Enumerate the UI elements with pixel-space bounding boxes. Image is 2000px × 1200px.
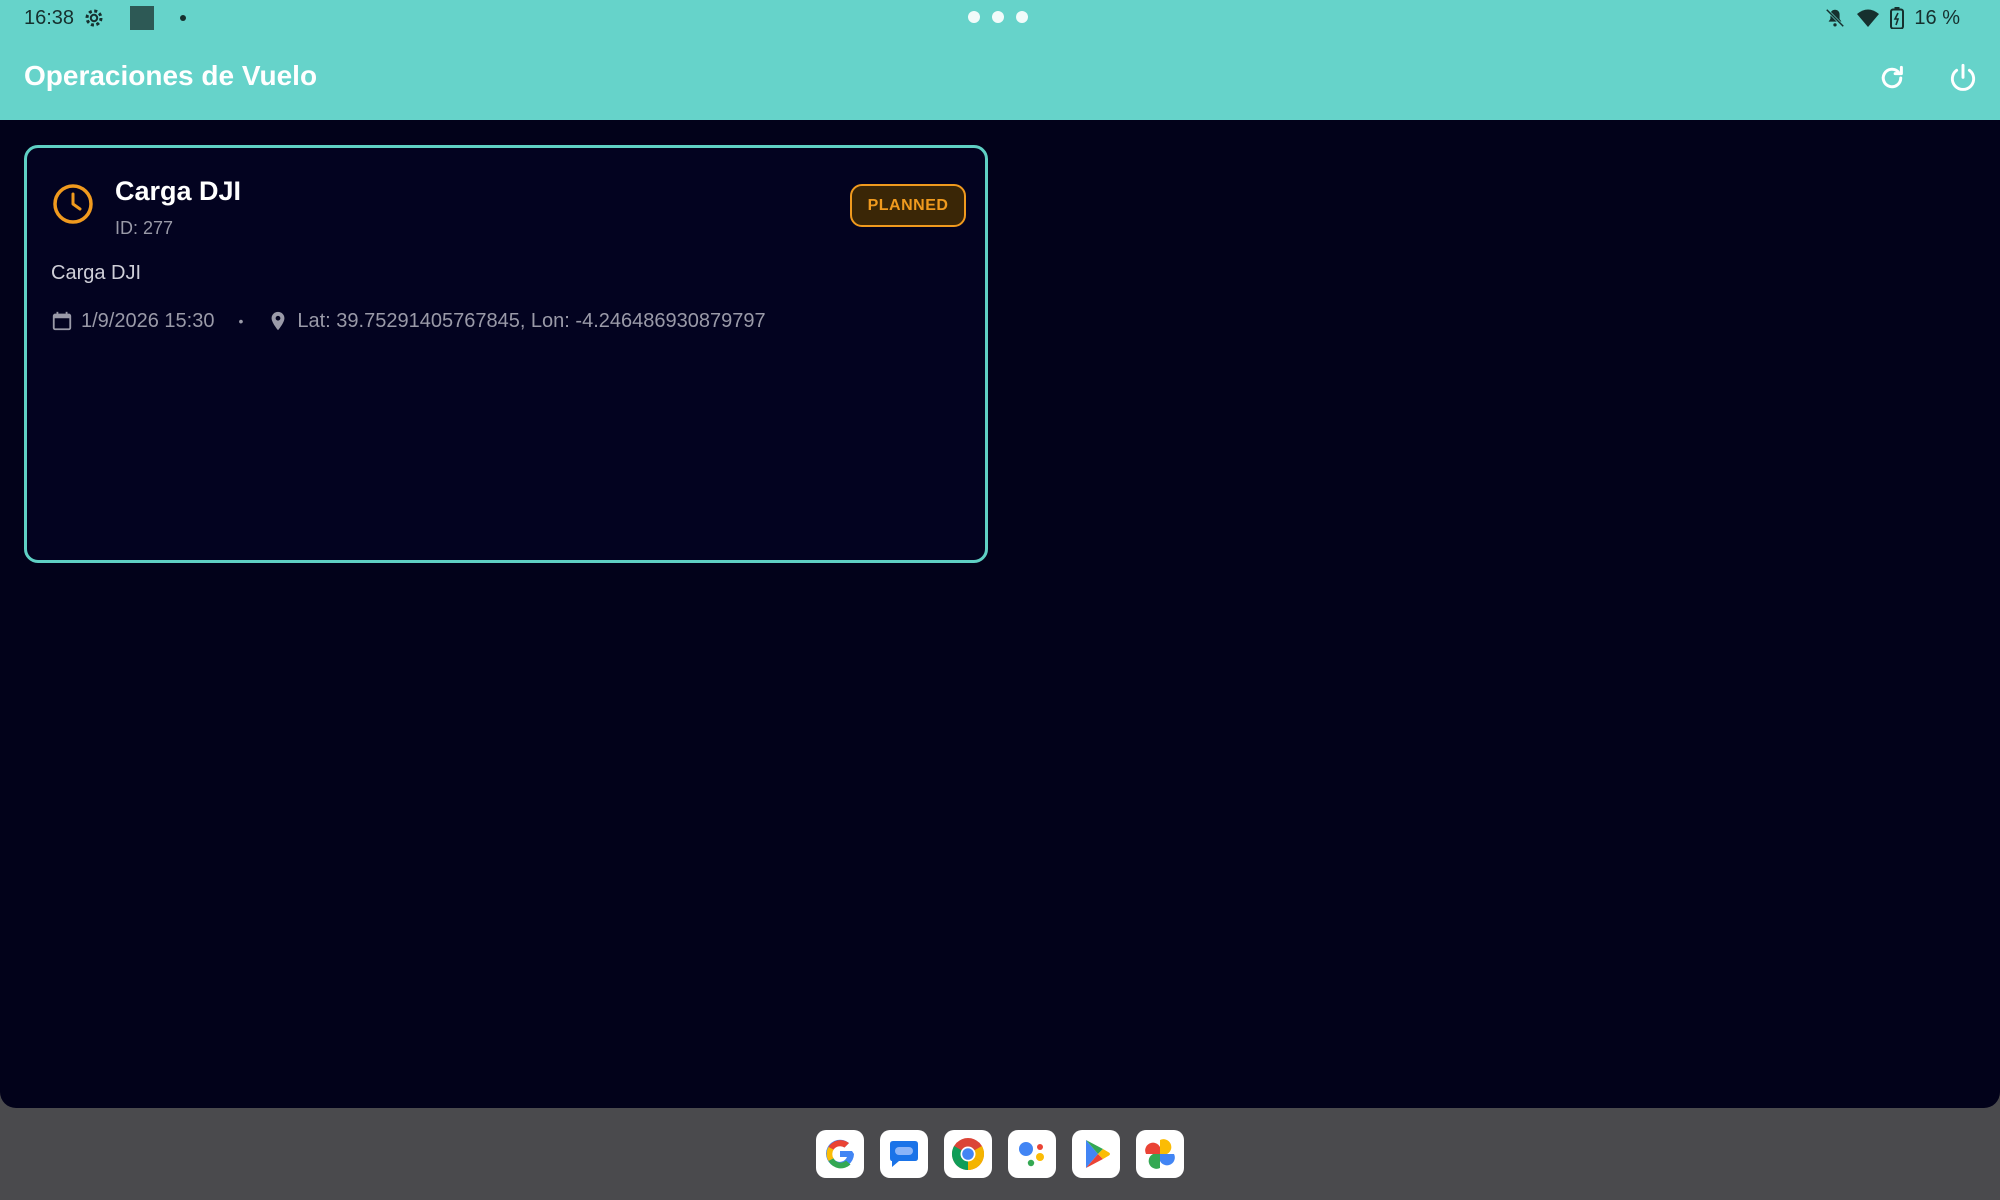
app-bar: Operaciones de Vuelo — [0, 36, 2000, 120]
power-icon — [1950, 63, 1976, 91]
operation-card[interactable]: Carga DJI ID: 277 PLANNED Carga DJI 1/9/… — [24, 145, 988, 563]
location-pin-icon — [271, 311, 285, 331]
dot-icon — [968, 11, 980, 23]
photos-app-button[interactable] — [1136, 1130, 1184, 1178]
settings-gear-icon — [85, 9, 103, 27]
refresh-button[interactable] — [1872, 58, 1912, 98]
clock: 16:38 — [24, 6, 75, 29]
status-bar: 16:38 16 % — [0, 0, 2000, 36]
refresh-icon — [1881, 65, 1903, 89]
messages-app-button[interactable] — [880, 1130, 928, 1178]
operation-meta: 1/9/2026 15:30 • Lat: 39.75291405767845,… — [51, 308, 766, 334]
operation-datetime: 1/9/2026 15:30 — [81, 309, 215, 332]
battery-level: 16 % — [1914, 6, 1960, 29]
status-badge: PLANNED — [850, 184, 966, 227]
dot-icon — [1016, 11, 1028, 23]
calendar-icon — [52, 311, 72, 331]
assistant-app-button[interactable] — [1008, 1130, 1056, 1178]
operation-id: ID: 277 — [115, 218, 174, 238]
operation-title: Carga DJI — [115, 176, 242, 206]
wifi-icon — [1857, 9, 1880, 27]
play-store-icon — [1086, 1140, 1110, 1168]
taskbar-apps — [816, 1130, 1184, 1178]
taskbar — [0, 1108, 2000, 1200]
app-notification-icon — [130, 6, 155, 30]
meta-separator: • — [238, 313, 244, 329]
more-notifications-dot-icon — [180, 15, 187, 21]
photos-icon — [1145, 1139, 1175, 1169]
clock-icon — [53, 184, 93, 224]
play-store-app-button[interactable] — [1072, 1130, 1120, 1178]
status-bar-right: 16 % — [1824, 0, 1960, 36]
logout-power-button[interactable] — [1943, 58, 1983, 98]
messages-icon — [890, 1141, 918, 1167]
operation-description: Carga DJI — [51, 262, 142, 284]
dot-icon — [992, 11, 1004, 23]
window-handle-dots[interactable] — [968, 11, 1028, 23]
status-bar-left: 16:38 — [24, 0, 187, 36]
chrome-icon — [951, 1138, 985, 1170]
operations-list[interactable]: Carga DJI ID: 277 PLANNED Carga DJI 1/9/… — [0, 120, 2000, 1108]
chrome-app-button[interactable] — [944, 1130, 992, 1178]
google-icon — [826, 1139, 854, 1169]
operation-location: Lat: 39.75291405767845, Lon: -4.24648693… — [297, 309, 766, 332]
page-title: Operaciones de Vuelo — [24, 60, 318, 91]
battery-icon — [1890, 7, 1905, 29]
google-app-button[interactable] — [816, 1130, 864, 1178]
notifications-off-icon — [1826, 8, 1845, 28]
assistant-icon — [1019, 1142, 1044, 1167]
